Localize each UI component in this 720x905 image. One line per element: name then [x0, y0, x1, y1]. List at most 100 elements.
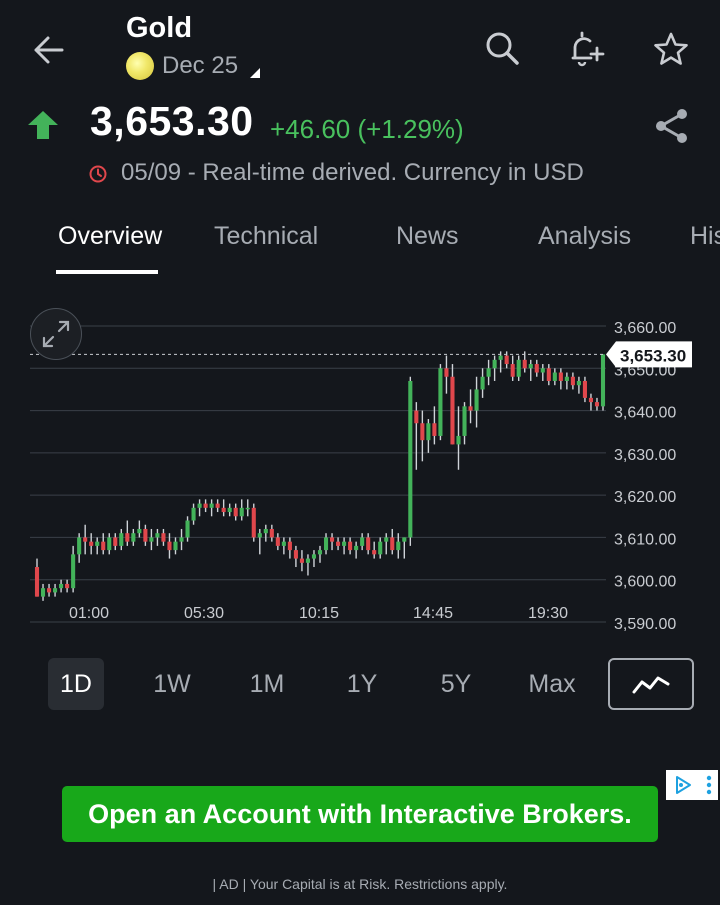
ad-disclaimer: | AD | Your Capital is at Risk. Restrict… [212, 876, 508, 892]
candle-body [299, 558, 304, 563]
candle-body [40, 588, 46, 597]
candle-body [209, 503, 214, 508]
candle-body [149, 537, 154, 542]
candle-body [570, 376, 575, 386]
y-tick-label: 3,630.00 [614, 447, 676, 464]
candle-body [173, 541, 178, 551]
candle-body [281, 541, 286, 546]
candle-body [456, 435, 461, 445]
candle-body [143, 528, 148, 542]
last-price: 3,653.30 [90, 98, 254, 144]
bell-plus-icon [571, 31, 605, 67]
ad-choices-badge[interactable] [666, 770, 718, 800]
candle-body [227, 507, 232, 513]
candle-body [317, 550, 323, 555]
tab-technical[interactable]: Technical [214, 222, 318, 251]
candle-body [89, 541, 94, 546]
candle-body [155, 533, 160, 538]
ad-cta-button[interactable]: Open an Account with Interactive Brokers… [62, 786, 658, 842]
candle-body [378, 541, 383, 555]
search-button[interactable] [480, 26, 526, 72]
candle-body [251, 507, 256, 538]
candle-body [576, 380, 581, 386]
candle-body [305, 558, 311, 563]
active-tab-indicator [56, 270, 158, 274]
range-5y[interactable]: 5Y [428, 658, 484, 710]
candle-body [329, 537, 335, 542]
watchlist-star-button[interactable] [648, 26, 694, 72]
candle-body [468, 406, 473, 411]
candle-body [582, 380, 587, 398]
candle-body [336, 541, 341, 546]
candle-body [245, 507, 250, 510]
search-icon [486, 32, 519, 65]
add-alert-button[interactable] [562, 26, 608, 72]
candle-body [558, 372, 563, 381]
candle-body [113, 537, 118, 546]
back-arrow-icon [34, 36, 64, 64]
time-range-selector: 1D 1W 1M 1Y 5Y Max [0, 656, 720, 716]
candle-body [269, 528, 274, 538]
candle-body [257, 533, 262, 538]
candle-body [354, 545, 359, 551]
candle-body [107, 537, 112, 551]
range-1w[interactable]: 1W [144, 658, 200, 710]
candle-body [34, 567, 40, 597]
candle-body [534, 364, 539, 373]
candle-body [203, 503, 208, 508]
candle-body [233, 507, 238, 517]
candle-body [119, 533, 124, 546]
candle-body [474, 389, 479, 411]
x-tick-label: 10:15 [299, 605, 339, 622]
back-button[interactable] [24, 28, 72, 72]
candle-body [191, 507, 196, 521]
candle-body [492, 359, 497, 369]
clock-icon [89, 165, 107, 183]
expand-chart-button[interactable] [30, 308, 82, 360]
candle-body [348, 541, 353, 551]
candle-body [215, 503, 220, 508]
candle-body [600, 354, 606, 407]
candle-body [185, 520, 190, 538]
share-button[interactable] [650, 104, 694, 148]
range-max[interactable]: Max [520, 658, 584, 710]
contract-selector[interactable]: Dec 25 [126, 52, 261, 80]
x-tick-label: 19:30 [528, 605, 568, 622]
candle-body [390, 537, 395, 551]
price-chart[interactable]: 3,660.003,650.003,640.003,630.003,620.00… [0, 290, 720, 640]
y-tick-label: 3,610.00 [614, 531, 676, 548]
y-tick-label: 3,590.00 [614, 616, 676, 633]
y-tick-label: 3,620.00 [614, 489, 676, 506]
range-1y[interactable]: 1Y [334, 658, 390, 710]
candle-body [59, 583, 64, 589]
line-chart-icon [632, 676, 670, 694]
candle-body [95, 541, 100, 546]
tab-overview[interactable]: Overview [58, 222, 162, 251]
y-tick-label: 3,600.00 [614, 574, 676, 591]
candle-body [444, 368, 449, 377]
candle-body [197, 503, 202, 508]
share-icon [656, 109, 687, 143]
candle-body [420, 423, 425, 441]
section-tabs: Overview Technical News Analysis His [0, 216, 720, 276]
candle-body [426, 423, 431, 441]
candle-body [275, 537, 280, 546]
candle-body [287, 541, 292, 551]
candle-body [71, 554, 76, 589]
tab-news[interactable]: News [396, 222, 459, 251]
candle-body [293, 550, 298, 559]
dropdown-corner-icon [250, 68, 261, 78]
candle-body [396, 541, 401, 551]
tab-historical[interactable]: His [690, 222, 720, 251]
chart-type-button[interactable] [608, 658, 694, 710]
range-1m[interactable]: 1M [238, 658, 296, 710]
candle-body [53, 588, 58, 593]
candle-body [450, 376, 455, 445]
range-1d[interactable]: 1D [48, 658, 104, 710]
last-price-label: 3,653.30 [620, 346, 686, 365]
candle-body [77, 537, 82, 555]
candle-body [179, 537, 184, 542]
candle-body [65, 583, 70, 589]
x-tick-label: 14:45 [413, 605, 453, 622]
tab-analysis[interactable]: Analysis [538, 222, 631, 251]
